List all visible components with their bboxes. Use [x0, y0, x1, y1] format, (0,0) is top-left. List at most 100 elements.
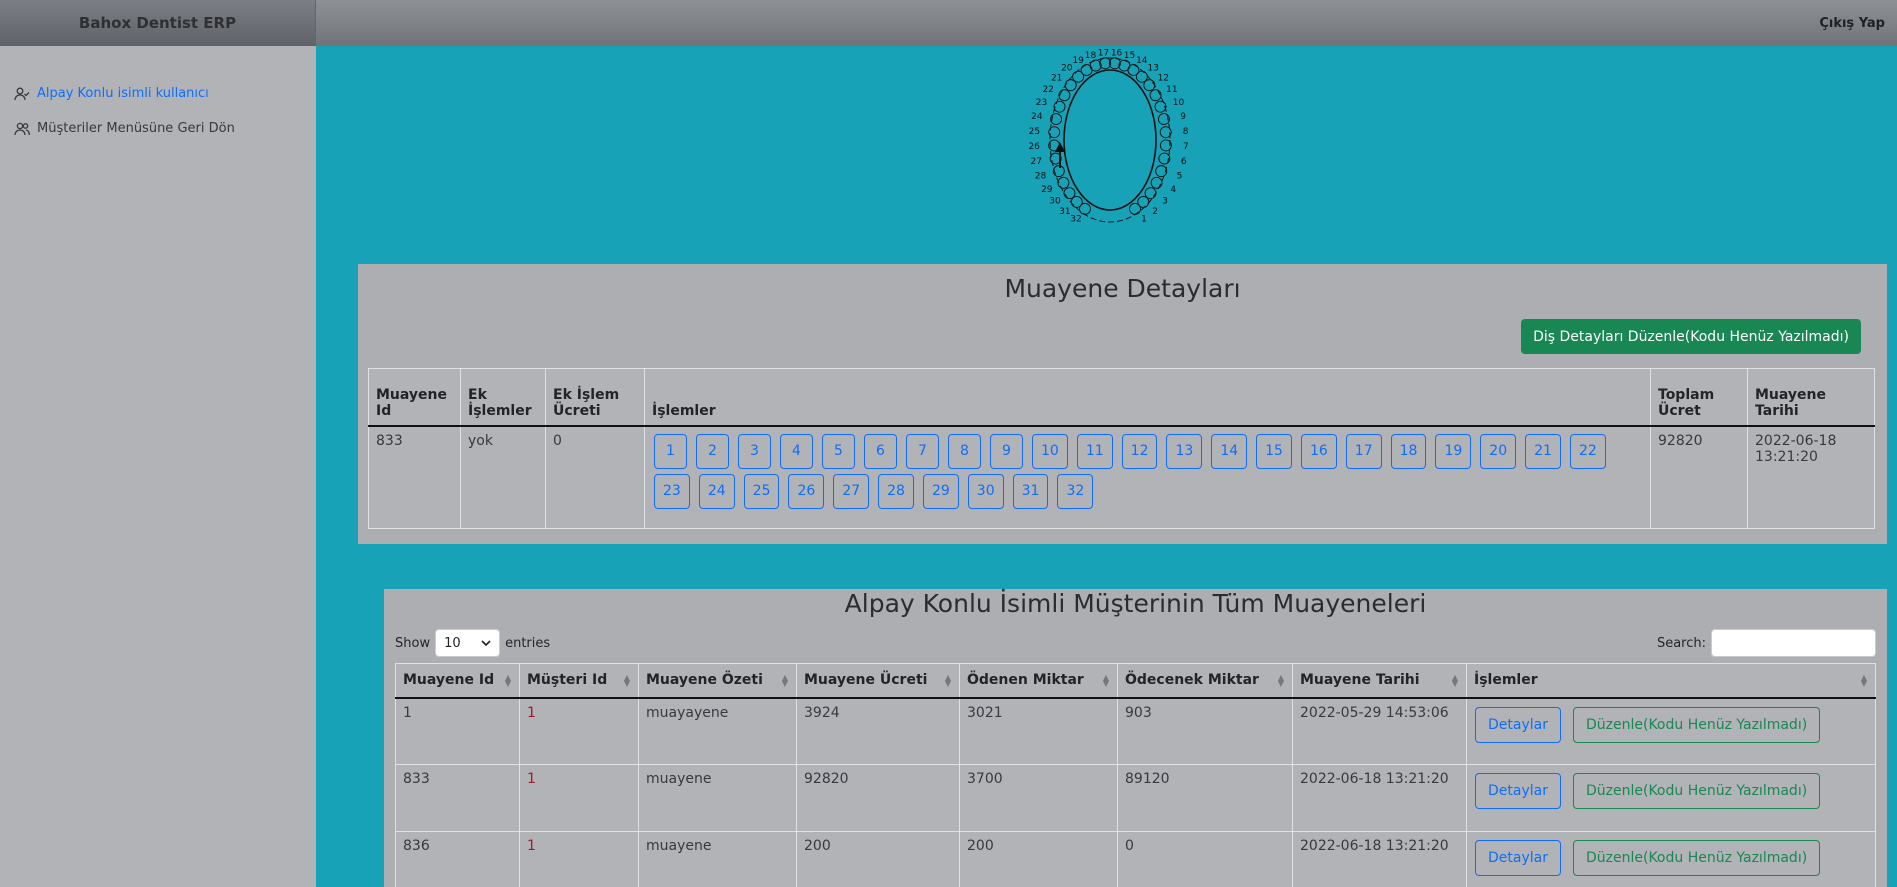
table-cell: 903 — [1117, 697, 1293, 765]
edit-exam-button[interactable]: Düzenle(Kodu Henüz Yazılmadı) — [1572, 773, 1821, 809]
col-extra-fee: Ek İşlem Ücreti — [545, 368, 645, 427]
side-nav: Alpay Konlu isimli kullanıcı Müşteriler … — [0, 46, 316, 146]
tooth-number-6: 6 — [1181, 157, 1187, 167]
tooth-button-13[interactable]: 13 — [1166, 433, 1203, 469]
table-row: 1 1 muayayene 3924 3021 903 2022-05-29 14:53:0… — [395, 697, 1876, 765]
col-header-7[interactable]: İşlemler ▲ ▼ — [1466, 663, 1876, 699]
tooth-30 — [1063, 187, 1076, 200]
tooth-3 — [1144, 187, 1157, 200]
tooth-button-19[interactable]: 19 — [1435, 433, 1472, 469]
edit-exam-button[interactable]: Düzenle(Kodu Henüz Yazılmadı) — [1572, 706, 1821, 743]
tooth-button-1[interactable]: 1 — [654, 433, 687, 469]
tooth-button-8[interactable]: 8 — [948, 433, 981, 469]
col-total-fee: Toplam Ücret — [1650, 368, 1748, 427]
entries-select[interactable]: 10 — [435, 629, 501, 657]
tooth-number-20: 20 — [1061, 64, 1073, 74]
tooth-number-2: 2 — [1152, 207, 1158, 217]
details-button[interactable]: Detaylar — [1475, 773, 1561, 809]
tooth-number-14: 14 — [1136, 56, 1148, 66]
tooth-number-29: 29 — [1041, 185, 1053, 195]
tooth-number-24: 24 — [1031, 112, 1043, 122]
search-input[interactable] — [1711, 629, 1876, 657]
tooth-number-22: 22 — [1042, 85, 1053, 95]
col-header-6[interactable]: Muayene Tarihi ▲ ▼ — [1292, 663, 1467, 699]
tooth-4 — [1150, 176, 1163, 189]
tooth-button-22[interactable]: 22 — [1569, 433, 1606, 469]
tooth-number-31: 31 — [1059, 207, 1070, 217]
chevron-down-icon — [481, 640, 491, 647]
sort-icon: ▲ ▼ — [944, 673, 951, 688]
col-header-label: İşlemler — [1474, 672, 1538, 689]
tooth-8 — [1159, 126, 1172, 139]
table-cell: 2022-06-18 13:21:20 — [1292, 764, 1467, 832]
col-header-3[interactable]: Muayene Ücreti ▲ ▼ — [796, 663, 960, 699]
tooth-chart-image: 1234567891011121314151617181920212223242… — [1028, 48, 1189, 225]
col-header-4[interactable]: Ödenen Miktar ▲ ▼ — [959, 663, 1118, 699]
logout-link[interactable]: Çıkış Yap — [1819, 16, 1885, 31]
col-operations: İşlemler — [644, 368, 1651, 427]
tooth-button-9[interactable]: 9 — [990, 433, 1023, 469]
entries-label: entries — [505, 635, 551, 651]
table-cell-actions: Detaylar Düzenle(Kodu Henüz Yazılmadı) — [1466, 831, 1876, 887]
sort-icon: ▲ ▼ — [781, 673, 788, 688]
tooth-button-29[interactable]: 29 — [922, 473, 959, 509]
tooth-button-28[interactable]: 28 — [878, 473, 914, 509]
tooth-button-6[interactable]: 6 — [864, 433, 897, 469]
table-cell: 3700 — [959, 764, 1118, 832]
tooth-button-32[interactable]: 32 — [1057, 473, 1094, 509]
tooth-11 — [1149, 89, 1162, 102]
cell-exam-date: 2022-06-18 13:21:20 — [1747, 425, 1875, 529]
tooth-button-26[interactable]: 26 — [788, 473, 825, 509]
tooth-button-2[interactable]: 2 — [696, 433, 729, 469]
tooth-button-17[interactable]: 17 — [1345, 433, 1382, 469]
details-button[interactable]: Detaylar — [1475, 840, 1561, 876]
details-button[interactable]: Detaylar — [1475, 706, 1561, 743]
tooth-21 — [1064, 79, 1077, 92]
tooth-button-24[interactable]: 24 — [698, 473, 735, 509]
table-cell: muayene — [638, 831, 797, 887]
table-row: 833 1 muayene 92820 3700 89120 2022-06-18 13:2… — [395, 764, 1876, 832]
tooth-button-27[interactable]: 27 — [833, 473, 870, 509]
col-header-label: Ödecenek Miktar — [1125, 672, 1259, 689]
tooth-button-30[interactable]: 30 — [967, 473, 1004, 509]
tooth-button-21[interactable]: 21 — [1525, 433, 1561, 469]
edit-exam-button[interactable]: Düzenle(Kodu Henüz Yazılmadı) — [1572, 840, 1821, 876]
edit-teeth-button[interactable]: Diş Detayları Düzenle(Kodu Henüz Yazılma… — [1521, 319, 1861, 354]
tooth-button-4[interactable]: 4 — [780, 433, 813, 469]
col-header-label: Müşteri Id — [527, 672, 608, 689]
tooth-button-16[interactable]: 16 — [1300, 433, 1337, 469]
col-header-2[interactable]: Muayene Özeti ▲ ▼ — [638, 663, 797, 699]
tooth-button-11[interactable]: 11 — [1076, 433, 1113, 469]
col-header-0[interactable]: Muayene Id ▲ ▼ — [395, 663, 520, 699]
tooth-button-31[interactable]: 31 — [1012, 473, 1049, 509]
tooth-button-18[interactable]: 18 — [1390, 433, 1427, 469]
table-cell: 3021 — [959, 697, 1118, 765]
col-header-1[interactable]: Müşteri Id ▲ ▼ — [519, 663, 639, 699]
sidebar-item-user[interactable]: Alpay Konlu isimli kullanıcı — [0, 76, 316, 111]
tooth-button-20[interactable]: 20 — [1480, 433, 1517, 469]
tooth-button-25[interactable]: 25 — [743, 473, 780, 509]
tooth-number-8: 8 — [1183, 127, 1189, 137]
tooth-number-32: 32 — [1070, 215, 1081, 225]
tooth-button-3[interactable]: 3 — [738, 433, 771, 469]
tooth-button-12[interactable]: 12 — [1121, 433, 1158, 469]
col-extra-ops: Ek İşlemler — [460, 368, 546, 427]
cell-exam-id: 833 — [368, 425, 461, 529]
tooth-number-17: 17 — [1098, 48, 1109, 58]
user-check-icon — [14, 87, 30, 100]
tooth-button-7[interactable]: 7 — [906, 433, 939, 469]
tooth-button-5[interactable]: 5 — [822, 433, 855, 469]
col-header-5[interactable]: Ödecenek Miktar ▲ ▼ — [1117, 663, 1293, 699]
tooth-number-18: 18 — [1085, 51, 1097, 61]
tooth-number-27: 27 — [1031, 157, 1042, 167]
sidebar-item-customers[interactable]: Müşteriler Menüsüne Geri Dön — [0, 111, 316, 146]
tooth-button-23[interactable]: 23 — [654, 473, 690, 509]
tooth-22 — [1058, 89, 1071, 102]
table-cell-actions: Detaylar Düzenle(Kodu Henüz Yazılmadı) — [1466, 764, 1876, 832]
tooth-button-14[interactable]: 14 — [1211, 433, 1248, 469]
col-header-label: Ödenen Miktar — [967, 672, 1084, 689]
tooth-button-10[interactable]: 10 — [1032, 433, 1068, 469]
tooth-button-15[interactable]: 15 — [1256, 433, 1292, 469]
tooth-number-13: 13 — [1147, 64, 1158, 74]
tooth-number-19: 19 — [1072, 56, 1084, 66]
